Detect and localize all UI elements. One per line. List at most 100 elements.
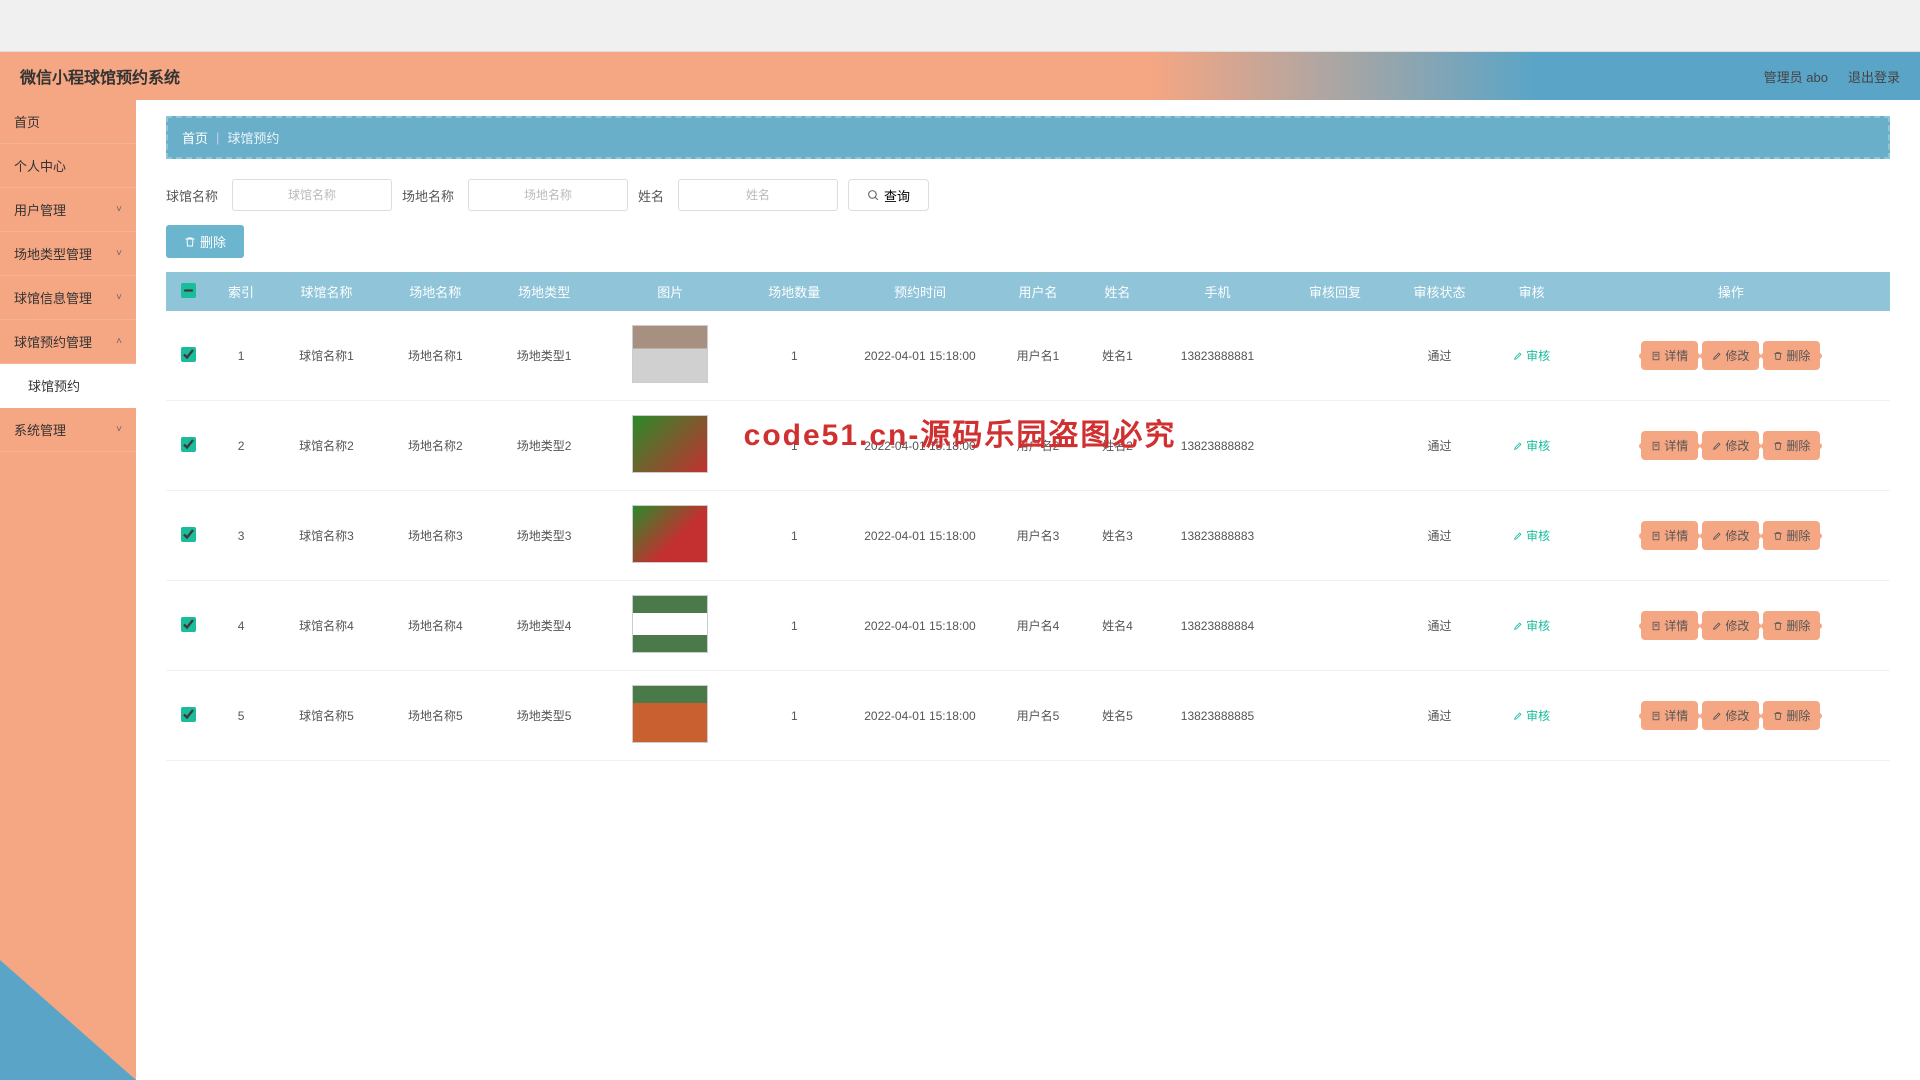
cell: 详情修改删除 — [1572, 581, 1890, 671]
row-checkbox[interactable] — [181, 707, 196, 722]
edit-icon — [1513, 711, 1523, 721]
cell: 场地名称3 — [381, 491, 490, 581]
cell: 用户名4 — [993, 581, 1082, 671]
edit-button[interactable]: 修改 — [1702, 431, 1759, 460]
edit-button[interactable]: 修改 — [1702, 341, 1759, 370]
row-checkbox[interactable] — [181, 437, 196, 452]
cell: 3 — [210, 491, 272, 581]
breadcrumb-current: 球馆预约 — [227, 128, 279, 147]
delete-button[interactable]: 删除 — [1763, 611, 1820, 640]
cell: 姓名1 — [1083, 311, 1153, 401]
sidebar-item-4[interactable]: 球馆信息管理˅ — [0, 276, 136, 320]
cell — [166, 401, 210, 491]
select-all-checkbox[interactable] — [181, 283, 196, 298]
search-label-name: 姓名 — [638, 186, 664, 205]
search-input-gym[interactable] — [232, 179, 392, 211]
cell: 1 — [742, 311, 846, 401]
doc-icon — [1651, 351, 1661, 361]
cell — [166, 311, 210, 401]
sidebar-item-label: 球馆信息管理 — [14, 288, 92, 307]
breadcrumb-home[interactable]: 首页 — [182, 128, 208, 147]
sidebar-item-6[interactable]: 球馆预约 — [0, 364, 136, 408]
cell: 2022-04-01 15:18:00 — [847, 581, 994, 671]
delete-button[interactable]: 删除 — [1763, 521, 1820, 550]
col-header-5: 图片 — [599, 272, 743, 311]
row-checkbox[interactable] — [181, 347, 196, 362]
cell: 用户名5 — [993, 671, 1082, 761]
detail-button[interactable]: 详情 — [1641, 611, 1698, 640]
main-content: 首页 | 球馆预约 球馆名称 场地名称 姓名 查询 删除 索引球馆名称场地名称场… — [136, 100, 1920, 1080]
audit-link[interactable]: 审核 — [1513, 707, 1550, 724]
logout-link[interactable]: 退出登录 — [1848, 67, 1900, 86]
col-header-0 — [166, 272, 210, 311]
audit-link[interactable]: 审核 — [1513, 347, 1550, 364]
sidebar-item-1[interactable]: 个人中心 — [0, 144, 136, 188]
sidebar-item-5[interactable]: 球馆预约管理˄ — [0, 320, 136, 364]
search-icon — [867, 189, 880, 202]
delete-button[interactable]: 删除 — [1763, 341, 1820, 370]
delete-button[interactable]: 删除 — [1763, 431, 1820, 460]
sidebar-item-label: 系统管理 — [14, 420, 66, 439]
cell — [166, 491, 210, 581]
detail-button[interactable]: 详情 — [1641, 431, 1698, 460]
edit-button[interactable]: 修改 — [1702, 521, 1759, 550]
cell: 球馆名称3 — [272, 491, 381, 581]
sidebar-item-0[interactable]: 首页 — [0, 100, 136, 144]
search-input-name[interactable] — [678, 179, 838, 211]
doc-icon — [1651, 441, 1661, 451]
search-label-field: 场地名称 — [402, 186, 454, 205]
cell: 1 — [742, 581, 846, 671]
chevron-down-icon: ˅ — [116, 204, 122, 215]
data-table: 索引球馆名称场地名称场地类型图片场地数量预约时间用户名姓名手机审核回复审核状态审… — [166, 272, 1890, 761]
audit-link[interactable]: 审核 — [1513, 617, 1550, 634]
sidebar-item-3[interactable]: 场地类型管理˅ — [0, 232, 136, 276]
edit-button[interactable]: 修改 — [1702, 701, 1759, 730]
cell — [599, 311, 743, 401]
cell: 用户名1 — [993, 311, 1082, 401]
chevron-down-icon: ˅ — [116, 424, 122, 435]
row-image — [632, 685, 708, 743]
col-header-1: 索引 — [210, 272, 272, 311]
bulk-delete-button[interactable]: 删除 — [166, 225, 244, 258]
cell: 场地类型5 — [490, 671, 599, 761]
cell: 2022-04-01 15:18:00 — [847, 671, 994, 761]
cell: 13823888881 — [1152, 311, 1283, 401]
cell: 场地类型2 — [490, 401, 599, 491]
search-input-field[interactable] — [468, 179, 628, 211]
sidebar-item-2[interactable]: 用户管理˅ — [0, 188, 136, 232]
detail-button[interactable]: 详情 — [1641, 521, 1698, 550]
trash-icon — [1773, 621, 1783, 631]
search-button[interactable]: 查询 — [848, 179, 929, 211]
edit-button[interactable]: 修改 — [1702, 611, 1759, 640]
doc-icon — [1651, 711, 1661, 721]
cell: 姓名2 — [1083, 401, 1153, 491]
detail-button[interactable]: 详情 — [1641, 701, 1698, 730]
pencil-icon — [1712, 711, 1722, 721]
row-checkbox[interactable] — [181, 527, 196, 542]
cell: 通过 — [1387, 671, 1491, 761]
cell: 审核 — [1492, 671, 1572, 761]
current-user[interactable]: 管理员 abo — [1764, 67, 1828, 86]
cell: 详情修改删除 — [1572, 671, 1890, 761]
row-image — [632, 595, 708, 653]
cell: 2022-04-01 15:18:00 — [847, 311, 994, 401]
col-header-12: 审核状态 — [1387, 272, 1491, 311]
col-header-8: 用户名 — [993, 272, 1082, 311]
cell: 通过 — [1387, 581, 1491, 671]
row-image — [632, 505, 708, 563]
audit-link[interactable]: 审核 — [1513, 527, 1550, 544]
table-row: 3球馆名称3场地名称3场地类型312022-04-01 15:18:00用户名3… — [166, 491, 1890, 581]
cell: 详情修改删除 — [1572, 401, 1890, 491]
row-checkbox[interactable] — [181, 617, 196, 632]
audit-link[interactable]: 审核 — [1513, 437, 1550, 454]
cell: 1 — [742, 491, 846, 581]
table-body: 1球馆名称1场地名称1场地类型112022-04-01 15:18:00用户名1… — [166, 311, 1890, 761]
table-header: 索引球馆名称场地名称场地类型图片场地数量预约时间用户名姓名手机审核回复审核状态审… — [166, 272, 1890, 311]
cell: 场地类型4 — [490, 581, 599, 671]
delete-button[interactable]: 删除 — [1763, 701, 1820, 730]
cell: 用户名2 — [993, 401, 1082, 491]
col-header-10: 手机 — [1152, 272, 1283, 311]
sidebar-item-7[interactable]: 系统管理 ˅ — [0, 408, 136, 452]
cell: 审核 — [1492, 581, 1572, 671]
detail-button[interactable]: 详情 — [1641, 341, 1698, 370]
